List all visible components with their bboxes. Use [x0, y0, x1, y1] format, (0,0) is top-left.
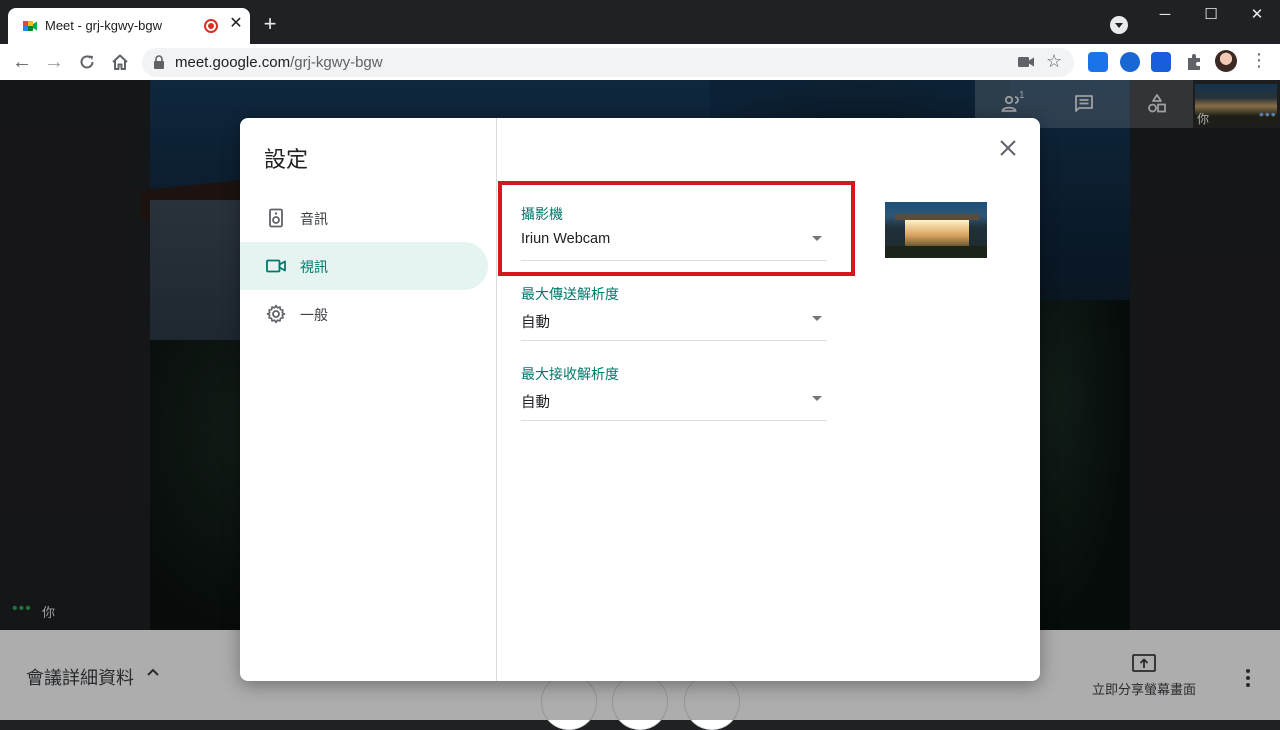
browser-tab[interactable]: Meet - grj-kgwy-bgw ✕	[8, 8, 250, 44]
extensions-puzzle-icon[interactable]	[1184, 52, 1204, 72]
dialog-title: 設定	[264, 147, 309, 172]
url-host: meet.google.com	[175, 54, 291, 71]
browser-tab-strip: Meet - grj-kgwy-bgw ✕ + ─ ☐ ✕	[0, 0, 1280, 44]
window-close-button[interactable]: ✕	[1234, 0, 1280, 32]
camera-preview	[885, 202, 987, 258]
extension-translate-icon[interactable]	[1088, 52, 1108, 72]
dropdown-arrow-icon	[812, 396, 822, 401]
settings-dialog: 設定 音訊 視訊 一般 攝影機 Iriun Webcam 最大傳送解析度 自動 …	[240, 118, 1040, 681]
max-receive-resolution-select[interactable]: 最大接收解析度 自動	[521, 364, 827, 424]
nav-item-audio[interactable]: 音訊	[240, 194, 488, 242]
camera-in-use-icon[interactable]	[1018, 56, 1034, 68]
nav-divider	[496, 118, 497, 681]
speaker-icon	[269, 208, 283, 228]
lock-icon[interactable]	[153, 55, 165, 69]
reload-icon[interactable]	[78, 53, 96, 71]
new-tab-button[interactable]: +	[258, 12, 282, 36]
preview-lit-room-shape	[905, 220, 969, 246]
address-bar[interactable]: meet.google.com/grj-kgwy-bgw ☆	[142, 48, 1074, 77]
field-underline	[521, 340, 827, 341]
extension-bitwarden-icon[interactable]	[1151, 52, 1171, 72]
tab-search-icon[interactable]	[1110, 16, 1128, 34]
field-underline	[521, 420, 827, 421]
profile-avatar[interactable]	[1215, 50, 1237, 72]
maximize-button[interactable]: ☐	[1188, 0, 1234, 32]
gear-icon	[266, 304, 286, 324]
extension-badge-icon[interactable]	[1120, 52, 1140, 72]
bookmark-star-icon[interactable]: ☆	[1046, 51, 1062, 72]
nav-item-label: 一般	[300, 307, 328, 323]
url-path: /grj-kgwy-bgw	[290, 54, 383, 71]
max-send-resolution-select[interactable]: 最大傳送解析度 自動	[521, 284, 827, 344]
max-send-resolution-label: 最大傳送解析度	[521, 286, 619, 302]
home-icon[interactable]	[110, 52, 130, 72]
nav-item-label: 視訊	[300, 259, 328, 275]
browser-toolbar: ← → meet.google.com/grj-kgwy-bgw ☆ ⋮	[0, 44, 1280, 80]
browser-menu-icon[interactable]: ⋮	[1250, 50, 1268, 71]
minimize-button[interactable]: ─	[1142, 0, 1188, 32]
max-receive-resolution-value: 自動	[521, 395, 550, 411]
nav-item-label: 音訊	[300, 211, 328, 227]
recording-indicator-icon	[204, 19, 218, 33]
dialog-close-icon[interactable]	[996, 136, 1020, 160]
nav-item-general[interactable]: 一般	[240, 290, 488, 338]
max-send-resolution-value: 自動	[521, 315, 550, 331]
forward-arrow-icon[interactable]: →	[41, 49, 67, 75]
max-receive-resolution-label: 最大接收解析度	[521, 366, 619, 382]
url-text: meet.google.com/grj-kgwy-bgw	[175, 54, 383, 71]
dropdown-arrow-icon	[812, 316, 822, 321]
back-arrow-icon[interactable]: ←	[9, 49, 35, 75]
preview-ground-shape	[885, 246, 987, 258]
tab-title: Meet - grj-kgwy-bgw	[45, 18, 163, 33]
google-meet-favicon-icon	[23, 21, 37, 31]
nav-item-video[interactable]: 視訊	[240, 242, 488, 290]
tab-close-button[interactable]: ✕	[226, 14, 246, 34]
annotation-highlight-box	[498, 181, 855, 276]
videocam-icon	[266, 259, 286, 273]
